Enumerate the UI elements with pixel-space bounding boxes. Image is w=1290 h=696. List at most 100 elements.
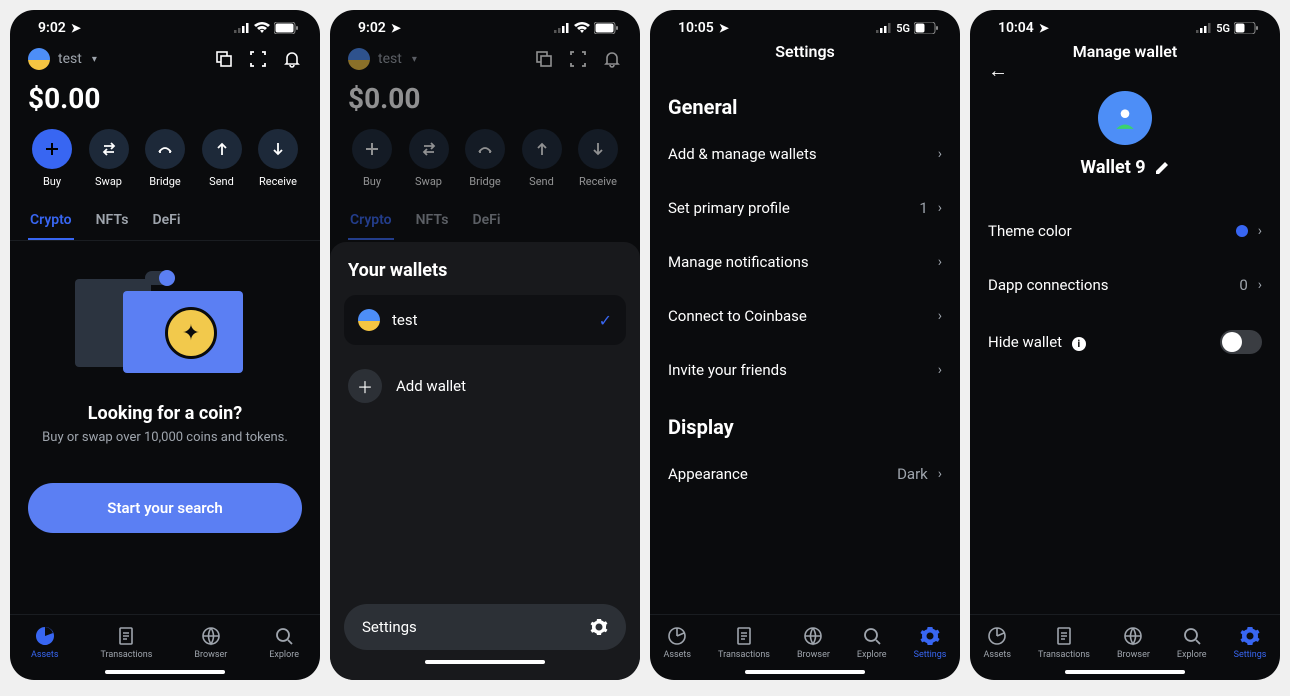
- battery-icon: [274, 22, 298, 34]
- copy-icon[interactable]: [214, 49, 234, 69]
- action-swap[interactable]: Swap: [81, 129, 137, 188]
- row-connect-coinbase[interactable]: Connect to Coinbase ›: [650, 289, 960, 343]
- nav-explore[interactable]: Explore: [857, 625, 887, 660]
- edit-icon[interactable]: [1154, 160, 1170, 176]
- nav-settings[interactable]: Settings: [1234, 625, 1267, 660]
- arrow-down-icon: [578, 129, 618, 169]
- action-send[interactable]: Send: [514, 129, 570, 188]
- wallet-name: test: [392, 311, 587, 329]
- quick-actions: Buy Swap Bridge Send Receive: [10, 125, 320, 198]
- status-time: 9:02: [38, 20, 66, 36]
- color-swatch: [1236, 225, 1248, 237]
- avatar: [348, 48, 370, 70]
- add-wallet[interactable]: ＋ Add wallet: [344, 359, 626, 413]
- nav-assets[interactable]: Assets: [984, 625, 1012, 660]
- tab-nfts[interactable]: NFTs: [94, 204, 131, 240]
- tab-crypto[interactable]: Crypto: [348, 204, 394, 240]
- tab-crypto[interactable]: Crypto: [28, 204, 74, 240]
- location-icon: ➤: [719, 21, 729, 35]
- empty-subtitle: Buy or swap over 10,000 coins and tokens…: [28, 430, 302, 445]
- status-time: 9:02: [358, 20, 386, 36]
- status-icons: 5G: [1196, 22, 1258, 35]
- avatar: [28, 48, 50, 70]
- nav-browser[interactable]: Browser: [797, 625, 830, 660]
- doc-icon: [733, 625, 755, 647]
- tab-defi[interactable]: DeFi: [151, 204, 183, 240]
- status-icons: [554, 22, 618, 34]
- row-notifications[interactable]: Manage notifications ›: [650, 235, 960, 289]
- copy-icon[interactable]: [534, 49, 554, 69]
- nav-explore[interactable]: Explore: [269, 625, 299, 660]
- row-value: 0: [1239, 276, 1247, 294]
- row-add-manage-wallets[interactable]: Add & manage wallets ›: [650, 127, 960, 181]
- doc-icon: [1053, 625, 1075, 647]
- hide-wallet-toggle[interactable]: [1220, 330, 1262, 354]
- status-icons: 5G: [876, 22, 938, 35]
- nav-transactions[interactable]: Transactions: [718, 625, 770, 660]
- arrow-up-icon: [202, 129, 242, 169]
- home-indicator[interactable]: [745, 670, 865, 674]
- tab-nfts[interactable]: NFTs: [414, 204, 451, 240]
- row-appearance[interactable]: Appearance Dark›: [650, 447, 960, 501]
- wallet-item[interactable]: test ✓: [344, 295, 626, 345]
- signal-icon: [1196, 23, 1212, 33]
- account-switcher[interactable]: test ▾: [28, 48, 97, 70]
- asset-tabs: Crypto NFTs DeFi: [10, 198, 320, 241]
- sheet-settings[interactable]: Settings: [344, 604, 626, 650]
- nav-explore[interactable]: Explore: [1177, 625, 1207, 660]
- bell-icon[interactable]: [602, 49, 622, 69]
- status-time: 10:05: [678, 20, 714, 36]
- chevron-right-icon: ›: [938, 466, 942, 482]
- wifi-icon: [254, 22, 270, 34]
- action-buy[interactable]: Buy: [24, 129, 80, 188]
- quick-actions: Buy Swap Bridge Send Receive: [330, 125, 640, 198]
- nav-transactions[interactable]: Transactions: [1038, 625, 1090, 660]
- action-send[interactable]: Send: [194, 129, 250, 188]
- scan-icon[interactable]: [248, 49, 268, 69]
- pie-icon: [986, 625, 1008, 647]
- start-search-button[interactable]: Start your search: [28, 483, 302, 533]
- bridge-icon: [465, 129, 505, 169]
- empty-title: Looking for a coin?: [28, 403, 302, 424]
- chevron-right-icon: ›: [938, 308, 942, 324]
- page-title: Manage wallet: [970, 40, 1280, 77]
- account-switcher[interactable]: test ▾: [348, 48, 417, 70]
- action-swap[interactable]: Swap: [401, 129, 457, 188]
- settings-label: Settings: [362, 618, 417, 636]
- nav-transactions[interactable]: Transactions: [100, 625, 152, 660]
- action-buy[interactable]: Buy: [344, 129, 400, 188]
- wallet-illustration: ✦: [75, 265, 255, 385]
- location-icon: ➤: [391, 21, 401, 35]
- nav-browser[interactable]: Browser: [194, 625, 227, 660]
- chevron-right-icon: ›: [938, 146, 942, 162]
- info-icon[interactable]: i: [1072, 337, 1086, 351]
- arrow-up-icon: [522, 129, 562, 169]
- account-name: test: [378, 51, 402, 67]
- home-indicator[interactable]: [425, 660, 545, 664]
- action-receive[interactable]: Receive: [250, 129, 306, 188]
- nav-settings[interactable]: Settings: [914, 625, 947, 660]
- chevron-down-icon: ▾: [92, 54, 97, 65]
- scan-icon[interactable]: [568, 49, 588, 69]
- action-bridge[interactable]: Bridge: [457, 129, 513, 188]
- chevron-down-icon: ▾: [412, 54, 417, 65]
- row-invite-friends[interactable]: Invite your friends ›: [650, 343, 960, 397]
- nav-browser[interactable]: Browser: [1117, 625, 1150, 660]
- bottom-nav: Assets Transactions Browser Explore Sett…: [650, 614, 960, 666]
- back-button[interactable]: ←: [988, 58, 1008, 83]
- bell-icon[interactable]: [282, 49, 302, 69]
- wallet-name: Wallet 9: [1080, 157, 1145, 178]
- balance: $0.00: [330, 78, 640, 125]
- home-indicator[interactable]: [1065, 670, 1185, 674]
- row-primary-profile[interactable]: Set primary profile 1›: [650, 181, 960, 235]
- action-receive[interactable]: Receive: [570, 129, 626, 188]
- row-theme-color[interactable]: Theme color ›: [970, 204, 1280, 258]
- row-dapp-connections[interactable]: Dapp connections 0›: [970, 258, 1280, 312]
- row-value: 1: [919, 199, 927, 217]
- tab-defi[interactable]: DeFi: [471, 204, 503, 240]
- nav-assets[interactable]: Assets: [664, 625, 692, 660]
- chevron-right-icon: ›: [1258, 223, 1262, 239]
- home-indicator[interactable]: [105, 670, 225, 674]
- nav-assets[interactable]: Assets: [31, 625, 59, 660]
- action-bridge[interactable]: Bridge: [137, 129, 193, 188]
